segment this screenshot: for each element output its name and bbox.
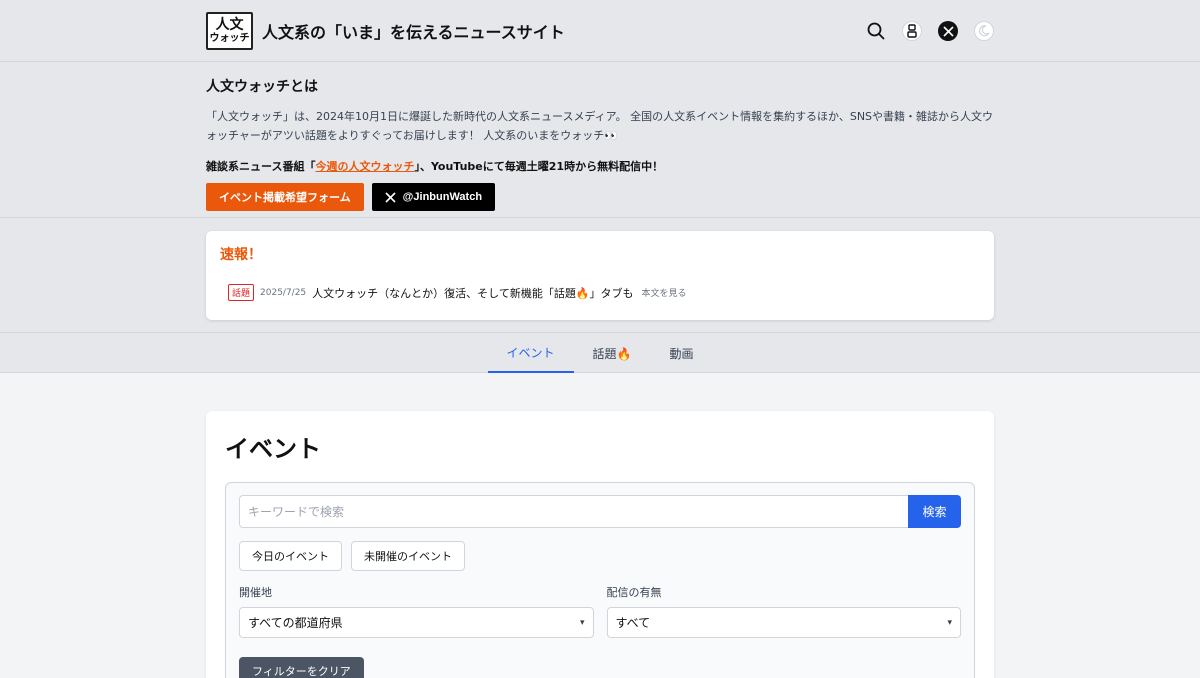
search-button[interactable]: 検索 [908,495,961,528]
search-row: 検索 [239,495,961,528]
filter-box: 検索 今日のイベント 未開催のイベント 開催地 すべての都道府県 ▾ [225,482,975,678]
tab-topics[interactable]: 話題🔥 [574,333,651,373]
breaking-heading: 速報！ [220,247,262,263]
upcoming-events-button[interactable]: 未開催のイベント [351,541,465,571]
news-date: 2025/7/25 [260,287,307,298]
location-select[interactable]: すべての都道府県 ▾ [239,607,594,638]
read-more-link[interactable]: 本文を見る [642,286,687,299]
chevron-down-icon: ▾ [579,617,585,628]
location-filter: 開催地 すべての都道府県 ▾ [239,584,594,638]
site-logo[interactable]: 人文 ウォッチ [206,12,253,50]
chevron-down-icon: ▾ [947,617,952,628]
show-announcement: 雑談系ニュース番組「今週の人文ウォッチ」、YouTubeにて毎週土曜21時から無… [206,158,994,174]
tab-events[interactable]: イベント [487,333,574,373]
show-prefix: 雑談系ニュース番組「 [206,160,316,173]
stream-label: 配信の有無 [606,586,662,599]
about-heading: 人文ウォッチとは [206,79,318,95]
search-icon[interactable] [866,21,886,41]
stream-value: すべて [615,616,651,630]
events-panel: イベント 検索 今日のイベント 未開催のイベント 開催地 すべての都道府県 ▾ [206,411,994,678]
main-content: イベント 検索 今日のイベント 未開催のイベント 開催地 すべての都道府県 ▾ [0,373,1200,678]
stream-filter: 配信の有無 すべて ▾ [606,584,961,638]
location-value: すべての都道府県 [248,616,343,630]
topic-badge: 話題 [228,284,255,301]
event-form-button[interactable]: イベント掲載希望フォーム [206,183,364,211]
select-row: 開催地 すべての都道府県 ▾ 配信の有無 すべて ▾ [239,584,961,638]
logo-line2: ウォッチ [209,33,250,44]
show-suffix: 」、YouTubeにて毎週土曜21時から無料配信中！ [414,160,664,173]
about-buttons: イベント掲載希望フォーム @JinbunWatch [206,183,994,211]
search-input[interactable] [239,495,908,528]
logo-line1: 人文 [215,17,244,33]
brand[interactable]: 人文 ウォッチ 人文系の「いま」を伝えるニュースサイト [206,12,565,50]
x-account-button[interactable]: @JinbunWatch [371,183,496,211]
x-account-label: @JinbunWatch [402,191,483,203]
stream-select[interactable]: すべて ▾ [606,607,961,638]
today-events-button[interactable]: 今日のイベント [239,541,342,571]
news-item[interactable]: 話題 2025/7/25 人文ウォッチ（なんとか）復活、そして新機能「話題🔥」タ… [228,284,980,301]
tab-bar: イベント 話題🔥 動画 [0,333,1200,373]
site-header: 人文 ウォッチ 人文系の「いま」を伝えるニュースサイト [0,0,1200,62]
header-icons [866,21,994,41]
note-icon[interactable] [902,21,922,41]
clear-filters-button[interactable]: フィルターをクリア [239,657,364,678]
location-label: 開催地 [239,586,272,599]
breaking-news-card: 速報！ 話題 2025/7/25 人文ウォッチ（なんとか）復活、そして新機能「話… [206,231,994,320]
about-description: 「人文ウォッチ」は、2024年10月1日に爆誕した新時代の人文系ニュースメディア… [206,110,994,142]
events-heading: イベント [225,435,321,463]
show-link[interactable]: 今週の人文ウォッチ [315,160,414,173]
news-title[interactable]: 人文ウォッチ（なんとか）復活、そして新機能「話題🔥」タブも [312,285,633,301]
quick-filter-row: 今日のイベント 未開催のイベント [239,541,961,571]
site-title[interactable]: 人文系の「いま」を伝えるニュースサイト [262,19,565,43]
x-logo-icon [385,191,396,203]
theme-toggle-icon[interactable] [974,21,994,41]
tab-videos[interactable]: 動画 [650,333,712,373]
about-section: 人文ウォッチとは 「人文ウォッチ」は、2024年10月1日に爆誕した新時代の人文… [0,62,1200,218]
breaking-news-band: 速報！ 話題 2025/7/25 人文ウォッチ（なんとか）復活、そして新機能「話… [0,218,1200,333]
x-icon[interactable] [938,21,958,41]
